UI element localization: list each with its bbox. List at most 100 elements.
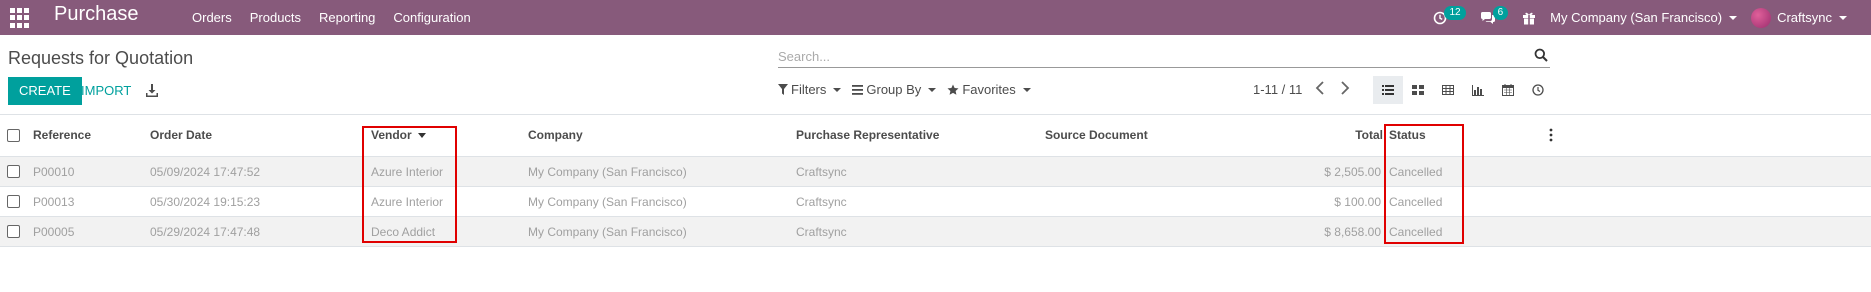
menu-orders[interactable]: Orders (192, 10, 232, 25)
activity-count-badge: 12 (1444, 5, 1466, 20)
rfq-list-table: Reference Order Date Vendor Company Purc… (0, 115, 1871, 247)
chevron-down-icon (833, 87, 842, 92)
row-total: $ 2,505.00 (1324, 165, 1381, 179)
clock-icon (1532, 84, 1544, 96)
row-order-date: 05/09/2024 17:47:52 (150, 165, 261, 179)
star-icon (947, 84, 959, 95)
list-icon (852, 84, 864, 95)
page-title: Requests for Quotation (8, 48, 194, 68)
control-panel: Requests for Quotation CREATE IMPORT Fil… (0, 35, 1871, 115)
menu-reporting[interactable]: Reporting (319, 10, 375, 25)
chevron-left-icon[interactable] (1315, 81, 1325, 95)
import-button[interactable]: IMPORT (81, 77, 131, 105)
main-menu: Orders Products Reporting Configuration (192, 0, 489, 35)
create-button[interactable]: CREATE (8, 77, 82, 105)
row-purchase-representative: Craftsync (796, 225, 847, 239)
table-header: Reference Order Date Vendor Company Purc… (0, 115, 1871, 157)
activity-menu[interactable]: 12 (1433, 5, 1466, 25)
column-vendor[interactable]: Vendor (371, 128, 426, 142)
list-view-icon (1382, 85, 1394, 95)
row-reference: P00013 (33, 195, 75, 209)
activity-view-button[interactable] (1523, 76, 1553, 104)
row-reference: P00005 (33, 225, 75, 239)
chevron-down-icon (1729, 15, 1738, 20)
search-panel-options: Filters Group By Favorites (778, 82, 1042, 97)
row-company: My Company (San Francisco) (528, 195, 687, 209)
column-company[interactable]: Company (528, 128, 583, 142)
avatar (1751, 7, 1772, 28)
user-menu[interactable]: Craftsync (1751, 7, 1847, 28)
row-purchase-representative: Craftsync (796, 195, 847, 209)
table-grid-icon (1442, 85, 1454, 95)
menu-products[interactable]: Products (250, 10, 301, 25)
table-row[interactable]: P00013 05/30/2024 19:15:23 Azure Interio… (0, 187, 1871, 217)
company-switcher[interactable]: My Company (San Francisco) (1550, 10, 1738, 25)
filters-label: Filters (791, 82, 827, 97)
chevron-down-icon (928, 87, 937, 92)
user-name: Craftsync (1777, 10, 1832, 25)
row-checkbox[interactable] (7, 225, 20, 238)
row-vendor: Azure Interior (371, 165, 444, 179)
menu-configuration[interactable]: Configuration (393, 10, 470, 25)
row-status: Cancelled (1389, 195, 1443, 209)
table-row[interactable]: P00010 05/09/2024 17:47:52 Azure Interio… (0, 157, 1871, 187)
column-purchase-representative[interactable]: Purchase Representative (796, 128, 939, 142)
row-reference: P00010 (33, 165, 75, 179)
pager-value[interactable]: 1-11 / 11 (1253, 82, 1302, 97)
favorites-dropdown[interactable]: Favorites (947, 82, 1031, 97)
row-checkbox[interactable] (7, 195, 20, 208)
row-status: Cancelled (1389, 165, 1443, 179)
column-status[interactable]: Status (1389, 128, 1426, 142)
apps-menu-icon[interactable] (10, 8, 30, 28)
download-icon[interactable] (146, 84, 158, 97)
kanban-view-button[interactable] (1403, 76, 1433, 104)
select-all-checkbox[interactable] (7, 129, 20, 142)
filters-dropdown[interactable]: Filters (778, 82, 842, 97)
row-order-date: 05/30/2024 19:15:23 (150, 195, 261, 209)
pivot-view-button[interactable] (1433, 76, 1463, 104)
row-vendor: Deco Addict (371, 225, 436, 239)
list-view-button[interactable] (1373, 76, 1403, 104)
row-order-date: 05/29/2024 17:47:48 (150, 225, 261, 239)
messaging-menu[interactable]: 6 (1480, 5, 1509, 25)
top-navbar: Purchase Orders Products Reporting Confi… (0, 0, 1871, 35)
systray: 12 6 My Company (San Francisco) Craftsyn… (1433, 0, 1871, 35)
row-company: My Company (San Francisco) (528, 225, 687, 239)
row-status: Cancelled (1389, 225, 1443, 239)
search-bar (778, 46, 1550, 68)
row-purchase-representative: Craftsync (796, 165, 847, 179)
company-name: My Company (San Francisco) (1550, 10, 1723, 25)
favorites-label: Favorites (962, 82, 1016, 97)
table-row[interactable]: P00005 05/29/2024 17:47:48 Deco Addict M… (0, 217, 1871, 247)
row-total: $ 100.00 (1334, 195, 1381, 209)
row-total: $ 8,658.00 (1324, 225, 1381, 239)
view-switcher (1373, 76, 1553, 104)
group-by-label: Group By (866, 82, 922, 97)
kanban-view-icon (1412, 85, 1424, 95)
gift-menu[interactable] (1522, 11, 1536, 25)
row-vendor: Azure Interior (371, 195, 444, 209)
optional-columns-icon[interactable] (1549, 128, 1553, 142)
chevron-right-icon[interactable] (1340, 81, 1350, 95)
chevron-down-icon (1022, 87, 1031, 92)
row-checkbox[interactable] (7, 165, 20, 178)
graph-view-button[interactable] (1463, 76, 1493, 104)
calendar-icon (1502, 84, 1514, 96)
column-vendor-label: Vendor (371, 128, 412, 142)
column-order-date[interactable]: Order Date (150, 128, 212, 142)
column-total[interactable]: Total (1355, 128, 1383, 142)
search-input[interactable] (778, 46, 1518, 66)
chevron-down-icon (1839, 15, 1847, 20)
bar-chart-icon (1472, 84, 1484, 96)
search-icon[interactable] (1534, 48, 1548, 62)
row-company: My Company (San Francisco) (528, 165, 687, 179)
column-reference[interactable]: Reference (33, 128, 91, 142)
filter-icon (778, 84, 788, 95)
column-source-document[interactable]: Source Document (1045, 128, 1148, 142)
gift-icon (1523, 12, 1536, 24)
group-by-dropdown[interactable]: Group By (852, 82, 937, 97)
calendar-view-button[interactable] (1493, 76, 1523, 104)
messages-count-badge: 6 (1492, 5, 1509, 20)
sort-desc-icon (417, 133, 426, 139)
app-title[interactable]: Purchase (54, 3, 139, 26)
